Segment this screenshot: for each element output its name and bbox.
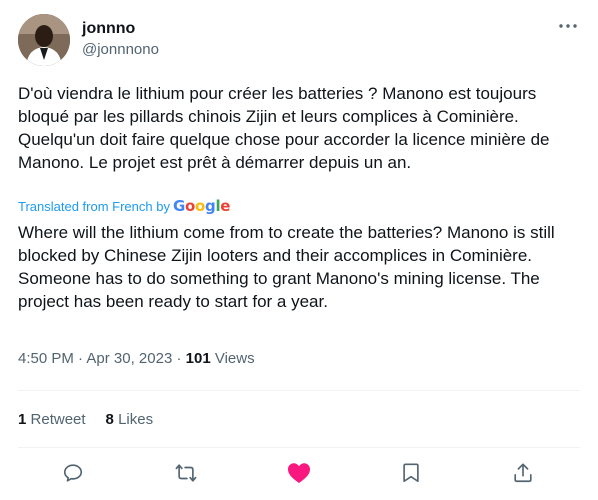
divider [18,447,580,448]
google-logo-letter: o [184,197,195,215]
heart-filled-icon[interactable] [286,460,312,486]
retweet-icon[interactable] [173,460,199,486]
tweet-time[interactable]: 4:50 PM [18,350,74,367]
meta-separator: · [176,350,182,367]
likes-count: 8 [105,411,114,428]
views-label: Views [214,350,255,367]
retweets-count: 1 [18,411,27,428]
retweets-label: Retweet [30,411,86,428]
share-icon[interactable] [510,460,536,486]
user-handle[interactable]: @jonnnono [82,40,159,60]
divider [18,390,580,391]
display-name[interactable]: jonnno [82,19,135,39]
google-logo-letter: G [172,197,185,215]
google-logo-letter: o [195,197,206,215]
tweet-stats: 1 Retweet 8 Likes [18,410,153,430]
likes-label: Likes [118,411,154,428]
more-dots-icon[interactable] [556,14,580,38]
retweets-stat[interactable]: 1 Retweet [18,410,86,430]
action-bar [0,460,598,488]
avatar[interactable] [18,14,70,66]
tweet-date[interactable]: Apr 30, 2023 [86,350,172,367]
meta-separator: · [78,350,84,367]
likes-stat[interactable]: 8 Likes [106,410,154,430]
tweet-translated-text: Where will the lithium come from to crea… [18,223,555,311]
google-logo: Google [173,197,230,215]
views-count: 101 [185,350,211,367]
reply-icon[interactable] [60,460,86,486]
tweet-original-text: D'où viendra le lithium pour créer les b… [18,84,550,172]
google-logo-letter: e [220,197,231,215]
tweet-meta: 4:50 PM · Apr 30, 2023 · 101 Views [18,349,255,369]
bookmark-icon[interactable] [398,460,424,486]
translation-attribution-label[interactable]: Translated from French by [18,199,170,214]
google-logo-letter: g [205,197,216,215]
translation-attribution[interactable]: Translated from French by Google [18,197,230,215]
